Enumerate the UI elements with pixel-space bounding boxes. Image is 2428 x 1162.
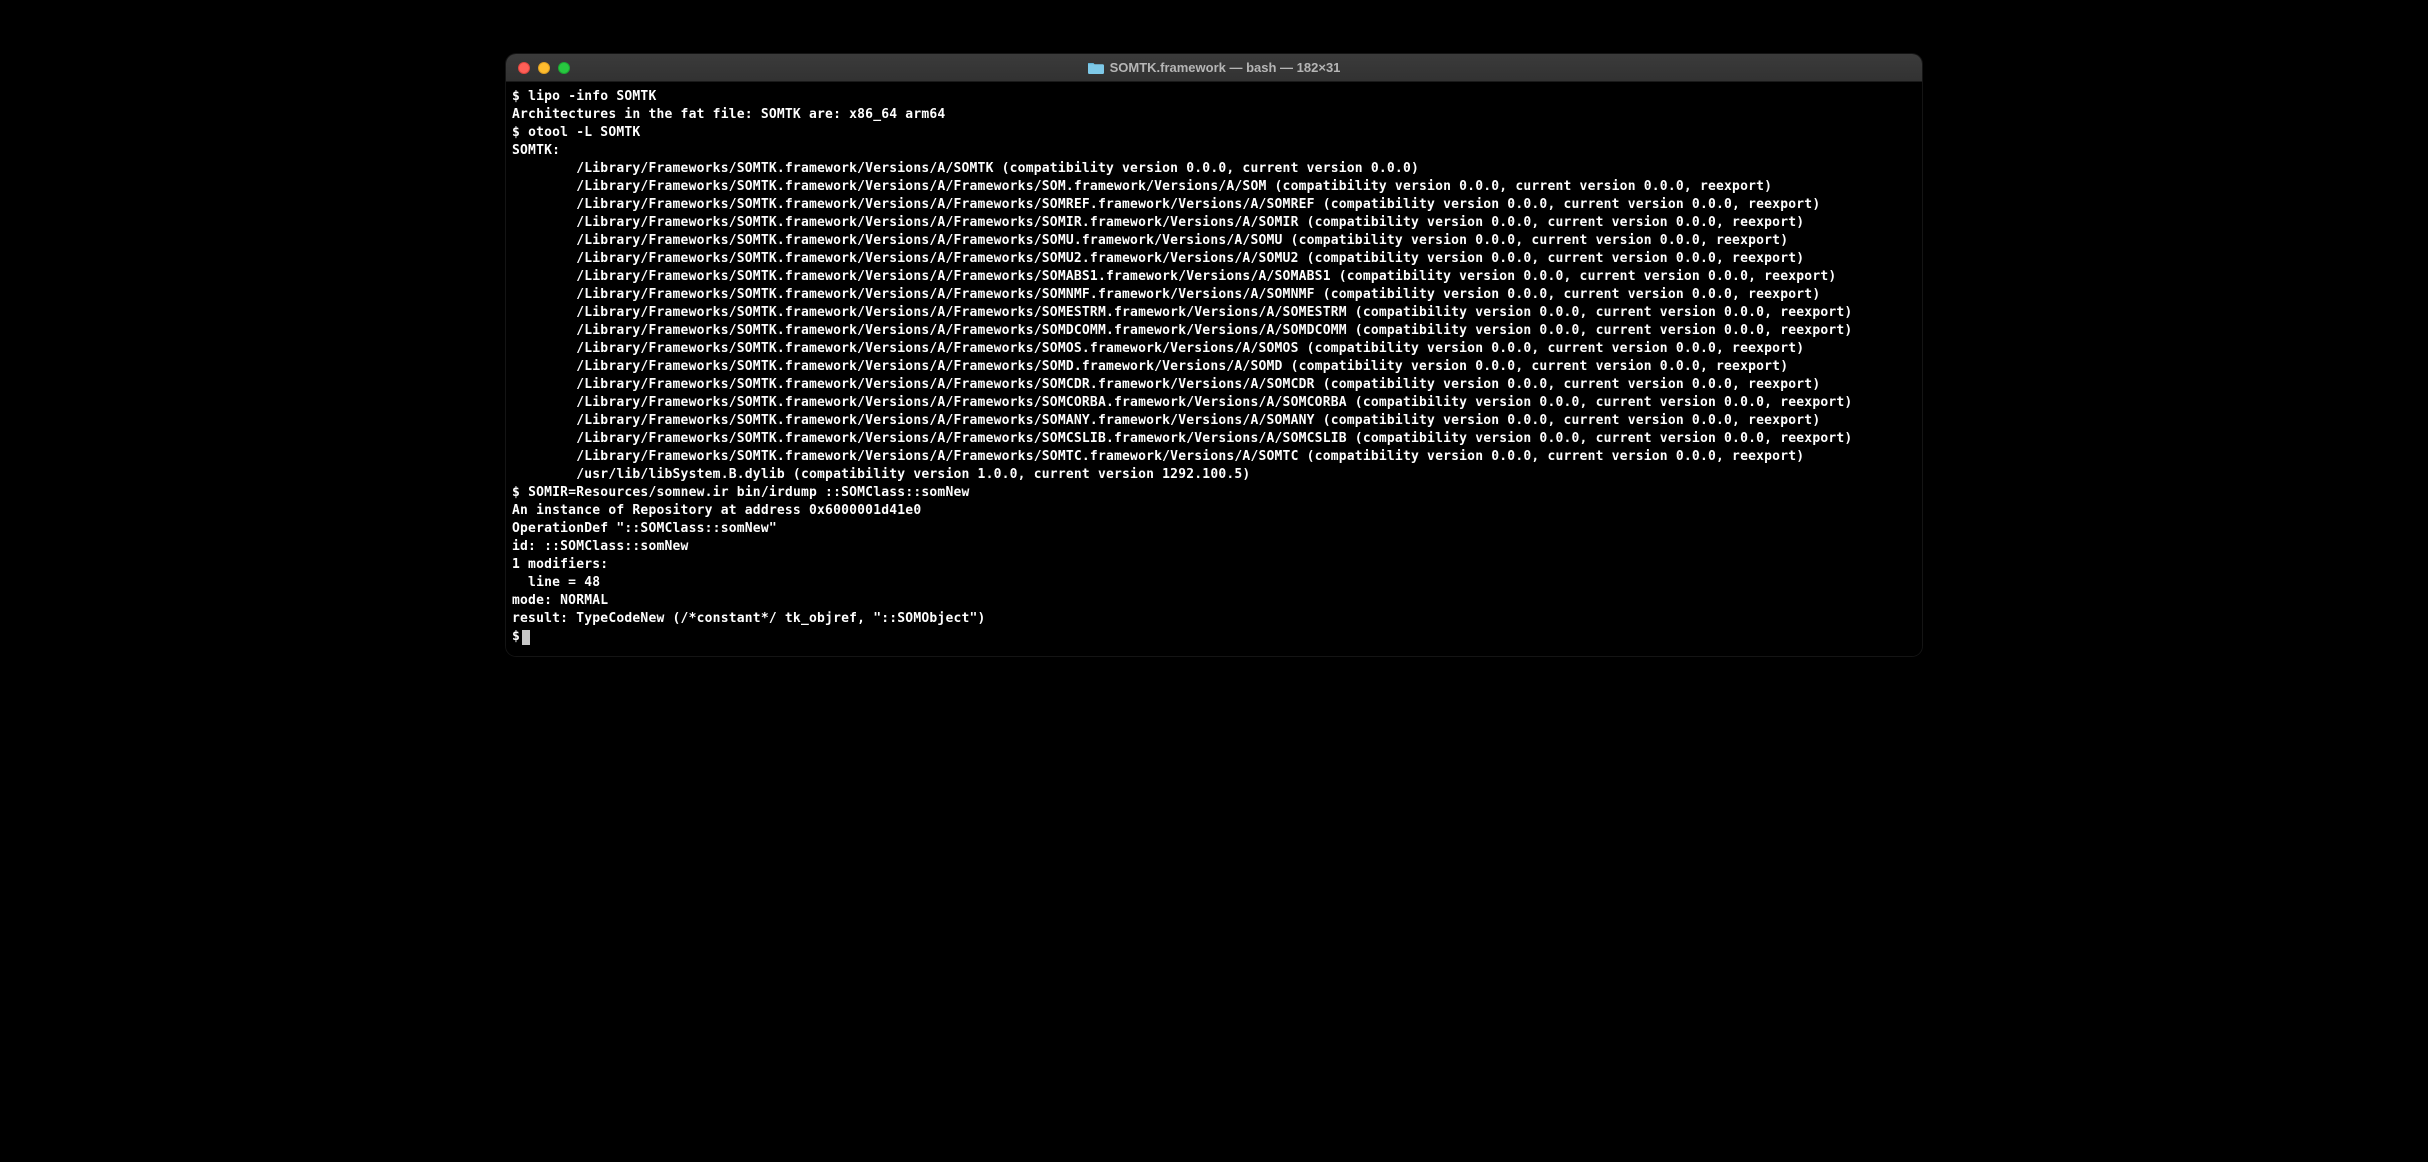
terminal-output: result: TypeCodeNew (/*constant*/ tk_obj… [512, 610, 1916, 628]
terminal-output: /Library/Frameworks/SOMTK.framework/Vers… [512, 160, 1916, 178]
close-button[interactable] [518, 62, 530, 74]
terminal-output: /Library/Frameworks/SOMTK.framework/Vers… [512, 394, 1916, 412]
terminal-output: /Library/Frameworks/SOMTK.framework/Vers… [512, 322, 1916, 340]
folder-icon [1088, 61, 1104, 74]
terminal-output: /Library/Frameworks/SOMTK.framework/Vers… [512, 376, 1916, 394]
traffic-lights [506, 62, 570, 74]
terminal-prompt-line[interactable]: $ [512, 628, 1916, 646]
terminal-output: /Library/Frameworks/SOMTK.framework/Vers… [512, 232, 1916, 250]
terminal-output: Architectures in the fat file: SOMTK are… [512, 106, 1916, 124]
terminal-output: /Library/Frameworks/SOMTK.framework/Vers… [512, 178, 1916, 196]
terminal-output: line = 48 [512, 574, 1916, 592]
prompt: $ [512, 125, 520, 140]
terminal-output: id: ::SOMClass::somNew [512, 538, 1916, 556]
terminal-output: SOMTK: [512, 142, 1916, 160]
terminal-output: /Library/Frameworks/SOMTK.framework/Vers… [512, 358, 1916, 376]
terminal-output: /Library/Frameworks/SOMTK.framework/Vers… [512, 196, 1916, 214]
irdump-output-container: An instance of Repository at address 0x6… [512, 502, 1916, 628]
terminal-output: /Library/Frameworks/SOMTK.framework/Vers… [512, 268, 1916, 286]
command-text: SOMIR=Resources/somnew.ir bin/irdump ::S… [528, 485, 969, 500]
terminal-line: $ lipo -info SOMTK [512, 88, 1916, 106]
terminal-output: /Library/Frameworks/SOMTK.framework/Vers… [512, 412, 1916, 430]
maximize-button[interactable] [558, 62, 570, 74]
window-title: SOMTK.framework — bash — 182×31 [506, 60, 1922, 75]
terminal-output: /Library/Frameworks/SOMTK.framework/Vers… [512, 340, 1916, 358]
terminal-line: $ otool -L SOMTK [512, 124, 1916, 142]
terminal-output: An instance of Repository at address 0x6… [512, 502, 1916, 520]
prompt: $ [512, 89, 520, 104]
terminal-output: /Library/Frameworks/SOMTK.framework/Vers… [512, 250, 1916, 268]
terminal-output: /Library/Frameworks/SOMTK.framework/Vers… [512, 286, 1916, 304]
terminal-body[interactable]: $ lipo -info SOMTKArchitectures in the f… [506, 82, 1922, 656]
terminal-output: /Library/Frameworks/SOMTK.framework/Vers… [512, 214, 1916, 232]
terminal-line: $ SOMIR=Resources/somnew.ir bin/irdump :… [512, 484, 1916, 502]
terminal-window: SOMTK.framework — bash — 182×31 $ lipo -… [506, 54, 1922, 656]
terminal-output: /Library/Frameworks/SOMTK.framework/Vers… [512, 430, 1916, 448]
prompt: $ [512, 628, 520, 646]
terminal-output: 1 modifiers: [512, 556, 1916, 574]
titlebar[interactable]: SOMTK.framework — bash — 182×31 [506, 54, 1922, 82]
terminal-output: OperationDef "::SOMClass::somNew" [512, 520, 1916, 538]
otool-libs-container: /Library/Frameworks/SOMTK.framework/Vers… [512, 160, 1916, 484]
window-title-text: SOMTK.framework — bash — 182×31 [1110, 60, 1341, 75]
prompt: $ [512, 485, 520, 500]
terminal-output: /usr/lib/libSystem.B.dylib (compatibilit… [512, 466, 1916, 484]
terminal-output: /Library/Frameworks/SOMTK.framework/Vers… [512, 304, 1916, 322]
terminal-output: /Library/Frameworks/SOMTK.framework/Vers… [512, 448, 1916, 466]
minimize-button[interactable] [538, 62, 550, 74]
command-text: lipo -info SOMTK [528, 89, 656, 104]
cursor [522, 630, 530, 645]
command-text: otool -L SOMTK [528, 125, 640, 140]
terminal-output: mode: NORMAL [512, 592, 1916, 610]
